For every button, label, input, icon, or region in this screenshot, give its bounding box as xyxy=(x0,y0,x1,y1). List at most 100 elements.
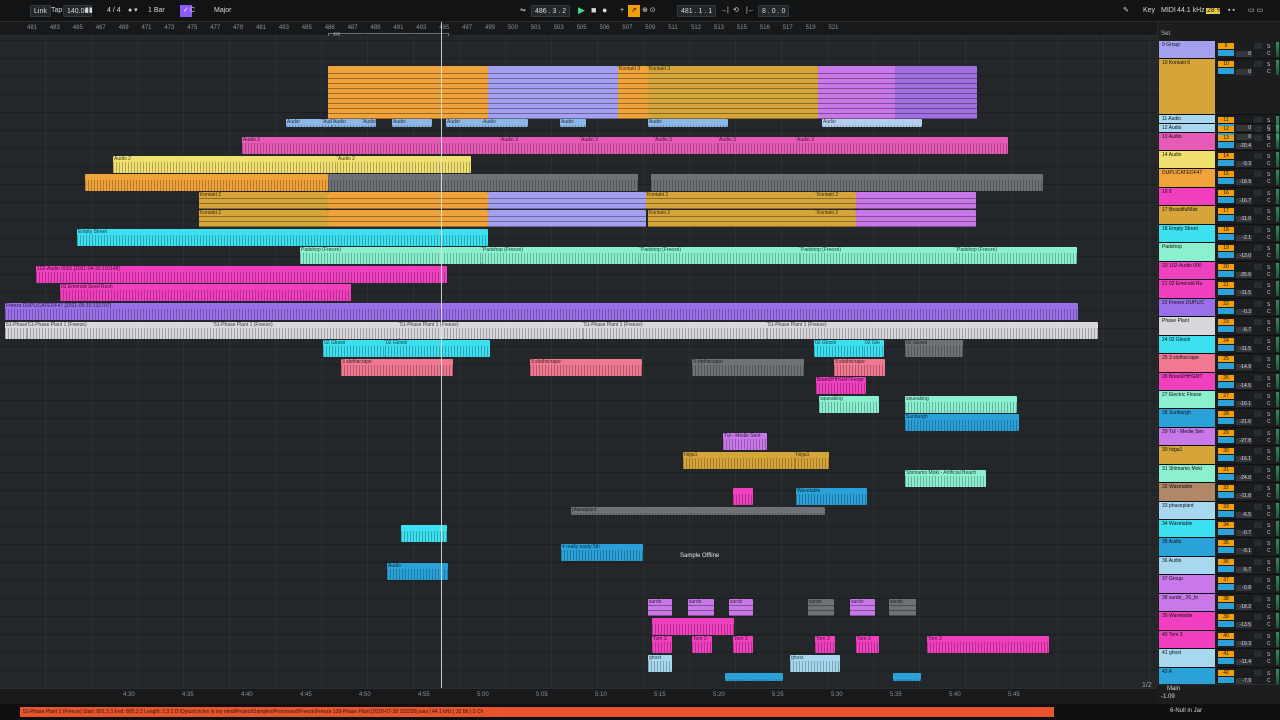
midi-clip[interactable] xyxy=(328,66,488,119)
midi-map-button[interactable]: MIDI xyxy=(1161,5,1176,17)
audio-clip[interactable]: Audio 3 xyxy=(580,137,654,154)
audio-clip[interactable]: 3 slothscrape xyxy=(341,359,453,376)
track-name[interactable]: 39 Wavetable xyxy=(1159,612,1215,630)
track-activator[interactable]: 34 xyxy=(1218,522,1234,528)
track-pan[interactable]: C xyxy=(1267,604,1271,610)
arm-button[interactable] xyxy=(1254,338,1262,344)
track-pan[interactable]: C xyxy=(1267,179,1271,185)
solo-button[interactable] xyxy=(1218,308,1234,314)
solo-button[interactable] xyxy=(1218,547,1234,553)
track-name[interactable]: DUPLICATEOF47 xyxy=(1159,169,1215,187)
audio-clip[interactable]: phaseplant xyxy=(571,507,825,515)
solo-button[interactable] xyxy=(1218,289,1234,295)
solo-button[interactable] xyxy=(1218,566,1234,572)
audio-clip[interactable]: Padshop (Freeze) xyxy=(800,247,956,264)
track-volume[interactable]: -21.6 xyxy=(1236,419,1252,425)
track-strip[interactable]: 13 Audio 13 -20.4 S C xyxy=(1158,133,1280,151)
arm-button[interactable] xyxy=(1254,227,1262,233)
track-volume[interactable]: -6.7 xyxy=(1236,327,1252,333)
track-volume[interactable]: -18.9 xyxy=(1236,179,1252,185)
solo-button[interactable] xyxy=(1218,142,1234,148)
audio-clip[interactable]: Tom 3 xyxy=(927,636,1049,653)
track-strip[interactable]: 10 Kontakt 6 10 0 S C xyxy=(1158,59,1280,115)
solo-button[interactable] xyxy=(1218,640,1234,646)
arm-button[interactable] xyxy=(1254,485,1262,491)
audio-clip[interactable]: 51-Phase Plant 1 (Freeze) xyxy=(213,322,399,339)
punch-out-icon[interactable]: |← xyxy=(746,5,755,17)
track-pan[interactable]: C xyxy=(1267,235,1271,241)
solo-button[interactable] xyxy=(1218,437,1234,443)
audio-clip[interactable]: Audio 2 xyxy=(337,156,471,173)
midi-clip[interactable]: surdo xyxy=(850,599,875,616)
track-name[interactable]: 26 BrianDHHGMT xyxy=(1159,373,1215,390)
main-track-volume[interactable]: -1.09 xyxy=(1161,694,1175,700)
midi-clip[interactable] xyxy=(488,66,618,119)
arm-button[interactable] xyxy=(1254,375,1262,381)
audio-clip[interactable]: 51-Phase Plant 1 (Freeze) xyxy=(767,322,1098,339)
audio-clip[interactable]: 02 Glooiii xyxy=(814,340,864,357)
solo-button[interactable] xyxy=(1218,215,1234,221)
session-record-icon[interactable]: ⊕ ⊙ xyxy=(642,5,656,17)
track-strip[interactable]: 16 8 16 -16.7 S C xyxy=(1158,188,1280,206)
key-map-button[interactable]: Key xyxy=(1143,5,1155,17)
solo-button[interactable] xyxy=(1218,345,1234,351)
arm-button[interactable] xyxy=(1254,61,1262,67)
monitor-toggle[interactable]: S xyxy=(1267,209,1270,215)
track-activator[interactable]: 19 xyxy=(1218,245,1234,251)
arm-button[interactable] xyxy=(1254,301,1262,307)
track-activator[interactable]: 42 xyxy=(1218,670,1234,676)
audio-clip[interactable]: Audio xyxy=(322,119,332,127)
track-strip[interactable]: 17 BeautifulMist 17 -11.0 S C xyxy=(1158,206,1280,225)
audio-clip[interactable]: Audio xyxy=(332,119,362,127)
arm-button[interactable] xyxy=(1254,319,1262,325)
track-pan[interactable]: C xyxy=(1267,51,1271,57)
track-pan[interactable]: C xyxy=(1267,622,1271,628)
solo-button[interactable] xyxy=(1218,252,1234,258)
solo-button[interactable] xyxy=(1218,418,1234,424)
midi-clip[interactable]: surdo xyxy=(688,599,714,616)
track-volume[interactable]: -16.7 xyxy=(1236,198,1252,204)
track-strip[interactable]: 12 Audio 12 0 S C xyxy=(1158,124,1280,140)
midi-clip[interactable]: surdo xyxy=(729,599,753,616)
audio-clip[interactable]: 51-Phase Plant 1 (Freeze) xyxy=(27,322,213,339)
audio-clip[interactable]: Padshop (Freeze) xyxy=(482,247,640,264)
audio-clip[interactable]: Audio xyxy=(648,119,728,127)
tap-button[interactable]: Tap xyxy=(51,5,62,17)
track-name[interactable]: Padshop xyxy=(1159,243,1215,261)
monitor-toggle[interactable]: S xyxy=(1267,578,1270,584)
track-strip[interactable]: 25 3 slothscrape 25 -14.9 S C xyxy=(1158,354,1280,373)
audio-clip[interactable] xyxy=(85,174,328,191)
monitor-toggle[interactable]: S xyxy=(1267,62,1270,68)
main-track-strip[interactable]: Main -1.09 xyxy=(1157,684,1280,704)
track-pan[interactable]: C xyxy=(1267,530,1271,536)
metronome-toggle-icon[interactable]: ● ▾ xyxy=(128,5,138,17)
audio-clip[interactable] xyxy=(733,488,753,505)
track-activator[interactable]: 35 xyxy=(1218,540,1234,546)
track-pan[interactable]: C xyxy=(1267,216,1271,222)
arm-button[interactable] xyxy=(1254,43,1262,49)
track-activator[interactable]: 17 xyxy=(1218,208,1234,214)
track-volume[interactable]: -13.5 xyxy=(1236,622,1252,628)
monitor-toggle[interactable]: S xyxy=(1267,671,1270,677)
audio-clip[interactable]: Sunburgh xyxy=(905,414,1019,431)
track-name[interactable]: 32 Wavetable xyxy=(1159,483,1215,501)
key-root-select[interactable]: C xyxy=(190,5,195,17)
track-strip[interactable]: 9 Group 9 0 S C xyxy=(1158,41,1280,59)
time-ruler[interactable]: 4:30 4:35 4:40 4:45 4:50 4:55 5:00 5:05 5:10 5:15… xyxy=(0,688,1157,704)
track-volume[interactable]: -25.6 xyxy=(1236,272,1252,278)
track-activator[interactable]: 13 xyxy=(1218,135,1234,141)
midi-route-label[interactable]: 6-Null in Jar xyxy=(1170,708,1202,714)
arm-button[interactable] xyxy=(1254,171,1262,177)
audio-clip[interactable]: Tom 3 xyxy=(815,636,835,653)
track-volume[interactable]: -11.0 xyxy=(1236,216,1252,222)
audio-clip[interactable]: Empty Street xyxy=(77,229,488,246)
track-name[interactable]: 11 Audio xyxy=(1159,115,1215,123)
solo-button[interactable] xyxy=(1218,621,1234,627)
solo-button[interactable] xyxy=(1218,160,1234,166)
midi-clip[interactable]: Kontakt 2 xyxy=(816,192,856,209)
track-pan[interactable]: C xyxy=(1267,309,1271,315)
track-volume[interactable]: -0.3 xyxy=(1236,309,1252,315)
audio-clip[interactable]: Tom 3 xyxy=(652,636,672,653)
monitor-toggle[interactable]: S xyxy=(1267,357,1270,363)
track-activator[interactable]: 21 xyxy=(1218,282,1234,288)
